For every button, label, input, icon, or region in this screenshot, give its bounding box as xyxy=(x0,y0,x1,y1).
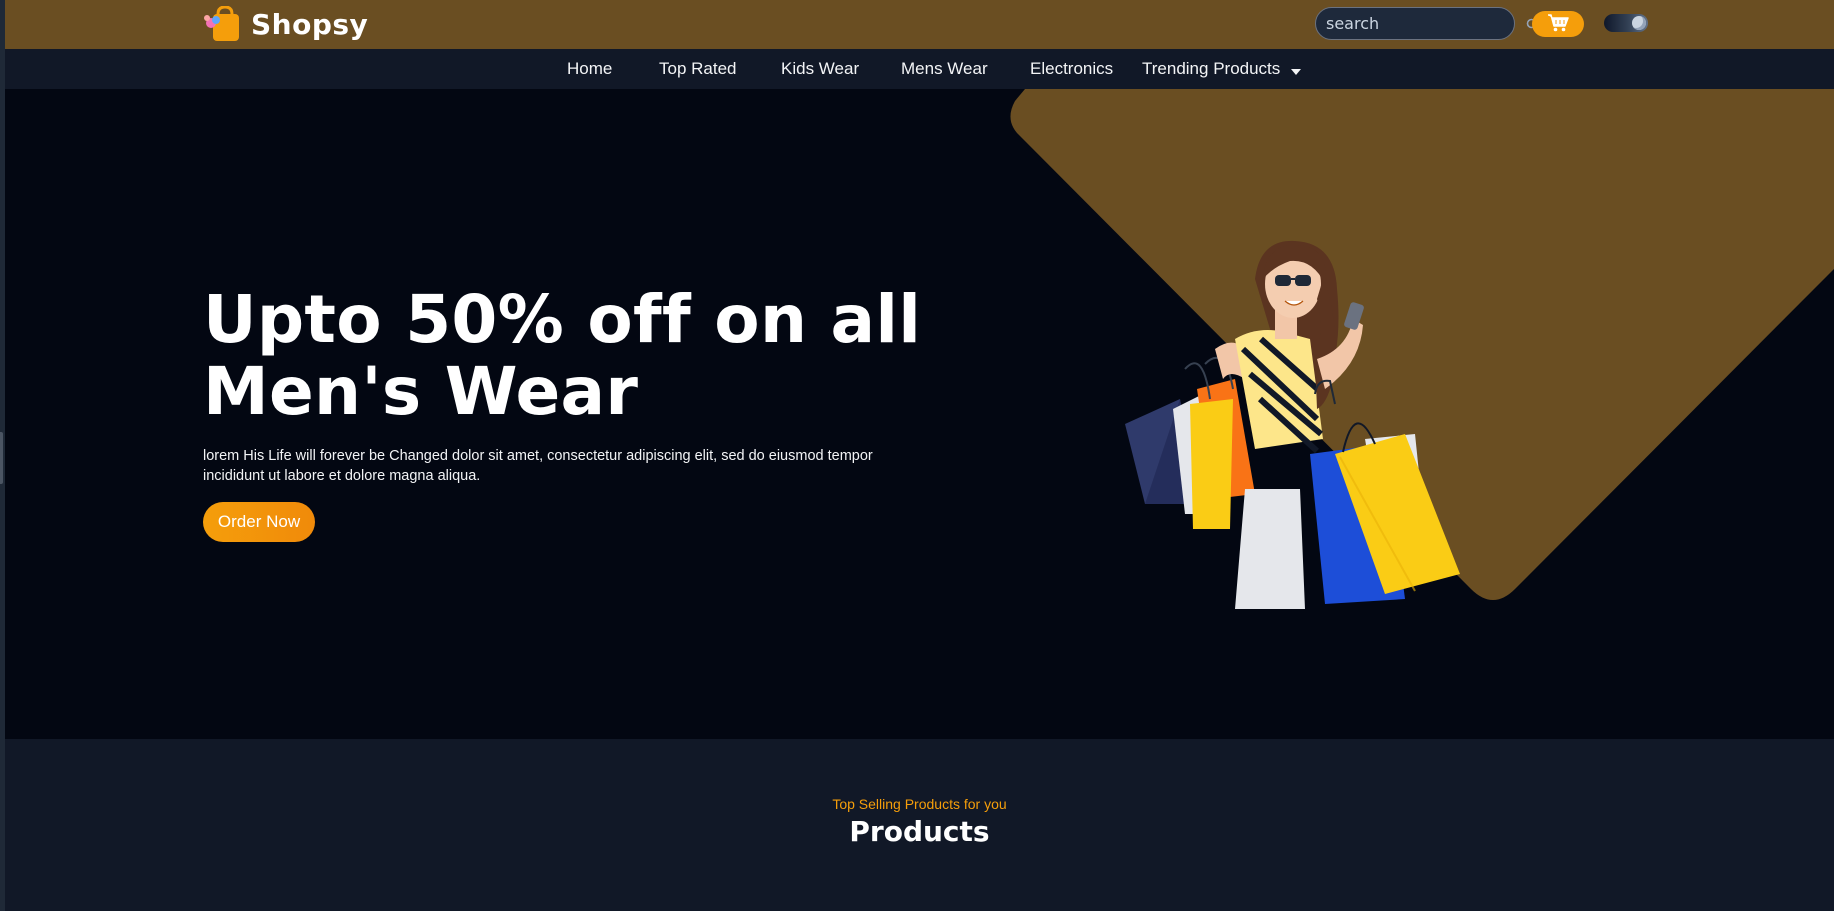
shopping-bag-icon xyxy=(203,5,243,42)
search-box[interactable] xyxy=(1315,7,1540,40)
logo-text: Shopsy xyxy=(251,7,369,41)
hero-image-woman-with-shopping-bags xyxy=(1125,240,1460,609)
products-subtitle: Top Selling Products for you xyxy=(832,796,1007,812)
hero-title-line-1: Upto 50% off on all xyxy=(203,281,922,358)
cart-button[interactable] xyxy=(1532,11,1584,37)
nav-item-mens-wear[interactable]: Mens Wear xyxy=(901,49,988,89)
hero-section: Upto 50% off on all Men's Wear lorem His… xyxy=(5,89,1834,739)
top-bar: Shopsy xyxy=(5,0,1834,49)
moon-icon xyxy=(1632,16,1646,30)
logo[interactable]: Shopsy xyxy=(203,5,369,42)
caret-down-icon xyxy=(1291,50,1302,90)
order-now-button[interactable]: Order Now xyxy=(203,502,315,542)
window-left-edge xyxy=(0,0,5,911)
cart-icon xyxy=(1547,13,1569,35)
products-section: Top Selling Products for you Products xyxy=(5,739,1834,911)
search-input[interactable] xyxy=(1326,14,1526,33)
theme-toggle[interactable] xyxy=(1604,14,1648,32)
nav-item-trending-products[interactable]: Trending Products xyxy=(1142,49,1302,90)
hero-title: Upto 50% off on all Men's Wear xyxy=(203,284,963,428)
nav-item-kids-wear[interactable]: Kids Wear xyxy=(781,49,859,89)
hero-description: lorem His Life will forever be Changed d… xyxy=(203,448,873,484)
products-title: Products xyxy=(849,815,990,848)
nav-item-electronics[interactable]: Electronics xyxy=(1030,49,1113,89)
nav-item-home[interactable]: Home xyxy=(567,49,612,89)
nav-item-trending-label: Trending Products xyxy=(1142,59,1281,78)
hero-title-line-2: Men's Wear xyxy=(203,353,639,430)
main-nav: Home Top Rated Kids Wear Mens Wear Elect… xyxy=(5,49,1834,89)
side-handle[interactable] xyxy=(0,432,3,484)
nav-item-top-rated[interactable]: Top Rated xyxy=(659,49,737,89)
